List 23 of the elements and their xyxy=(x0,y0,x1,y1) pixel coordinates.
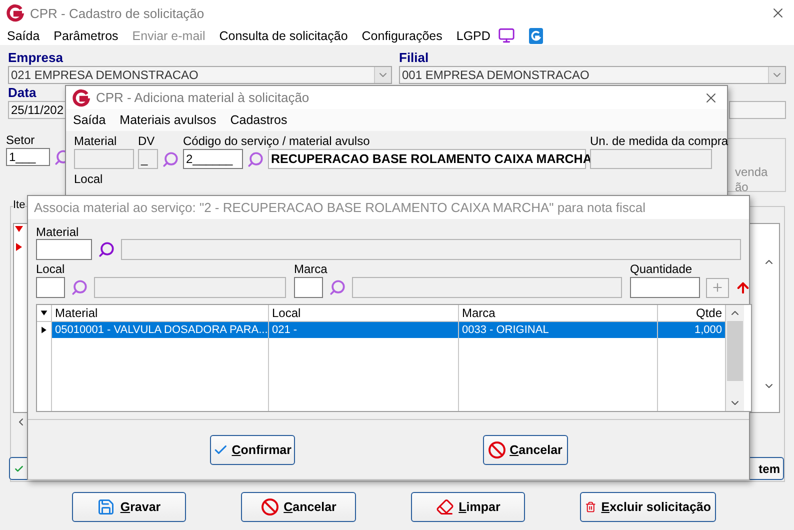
field-label: Data xyxy=(8,86,38,100)
field-label: Setor xyxy=(6,133,36,147)
field-label: Quantidade xyxy=(630,262,694,276)
field-label: Local xyxy=(36,262,66,276)
field-label: Material xyxy=(74,134,118,148)
table-cell: 05010001 - VALVULA DOSADORA PARA... xyxy=(52,322,269,338)
field-label: Material xyxy=(36,225,80,239)
window-title: CPR - Cadastro de solicitação xyxy=(30,6,206,20)
table-cell: 0033 - ORIGINAL xyxy=(459,322,658,338)
field-label: Un. de medida da compra xyxy=(590,134,728,148)
field-label: Marca xyxy=(294,262,328,276)
option-text: venda xyxy=(735,165,769,180)
field-label: Local xyxy=(74,172,104,186)
field-label: Filial xyxy=(399,51,430,65)
table-cell: 021 - xyxy=(269,322,459,338)
field-label: Empresa xyxy=(8,51,64,65)
dialog-title: Associa material ao serviço: "2 - RECUPERACAO BASE ROLAMENTO CAIXA MARCHA" para nota fiscal xyxy=(34,200,647,215)
option-text: ão xyxy=(735,180,750,195)
group-label: Ite xyxy=(13,199,26,211)
dialog-title: CPR - Adiciona material à solicitação xyxy=(96,90,310,105)
table-cell: 1,000 xyxy=(658,322,726,338)
field-label: DV xyxy=(138,134,156,148)
field-label: Código do serviço / material avulso xyxy=(183,134,371,148)
